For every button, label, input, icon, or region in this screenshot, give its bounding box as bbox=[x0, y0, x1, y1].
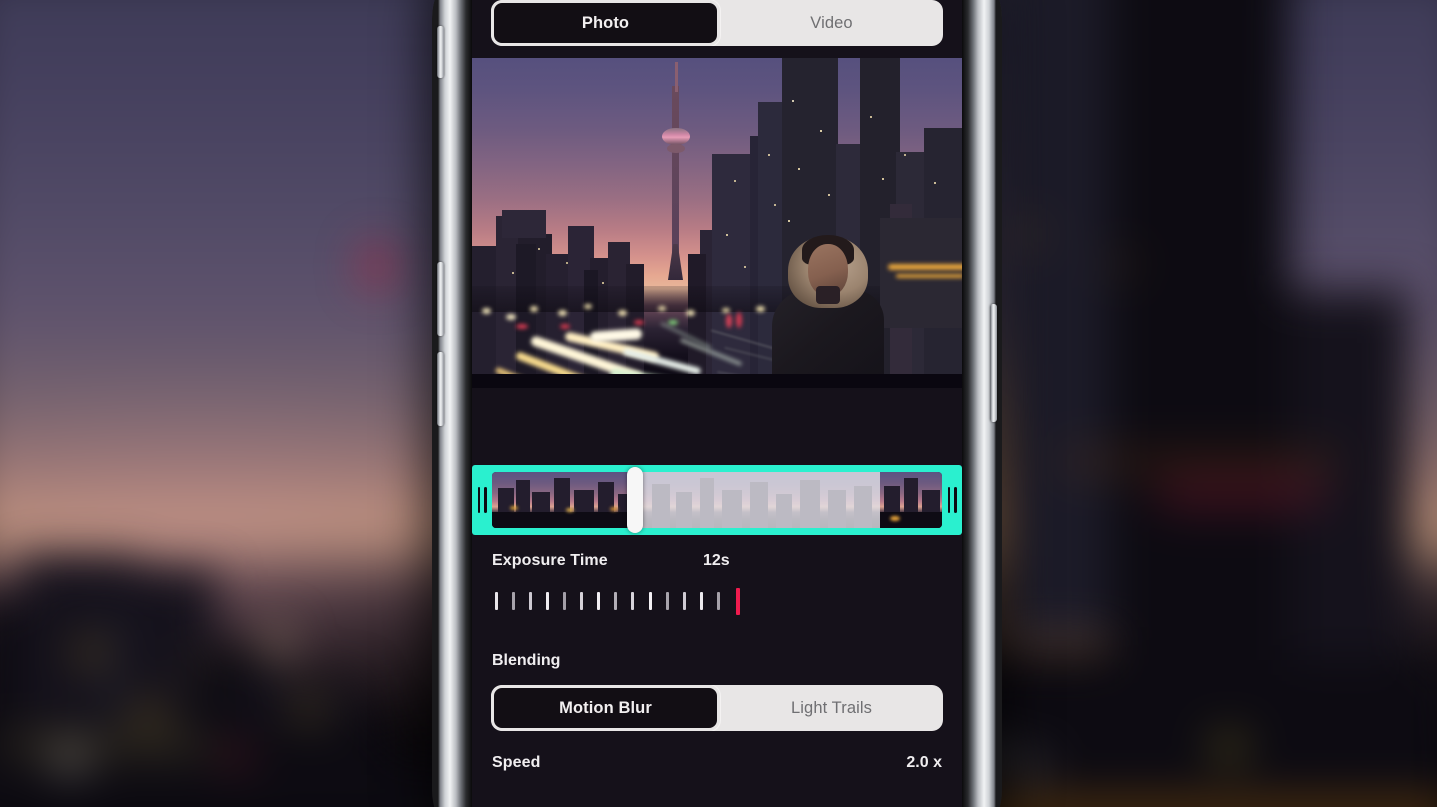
tab-video[interactable]: Video bbox=[720, 0, 943, 46]
exposure-time-value: 12s bbox=[703, 552, 730, 569]
app-content: Photo Video Exposure Time 12s Blending M… bbox=[472, 0, 962, 807]
cn-tower bbox=[672, 86, 679, 264]
mute-switch-button[interactable] bbox=[437, 26, 444, 78]
blending-label: Blending bbox=[492, 652, 561, 669]
blending-segmented-control[interactable]: Motion Blur Light Trails bbox=[491, 685, 943, 731]
phone-device: Photo Video Exposure Time 12s Blending M… bbox=[432, 0, 1002, 807]
blending-option-motion-blur[interactable]: Motion Blur bbox=[491, 685, 721, 731]
trim-handle-right[interactable] bbox=[942, 465, 962, 535]
speed-row: Speed 2.0 x bbox=[492, 754, 942, 772]
volume-down-button[interactable] bbox=[437, 352, 444, 426]
exposure-time-slider[interactable] bbox=[492, 588, 942, 615]
timeline-selection-overlay bbox=[642, 472, 880, 528]
photo-preview[interactable] bbox=[472, 58, 962, 388]
grip-line bbox=[477, 487, 480, 513]
exposure-slider-cursor[interactable] bbox=[736, 588, 740, 615]
power-button[interactable] bbox=[990, 304, 997, 422]
screenshot-root: Photo Video Exposure Time 12s Blending M… bbox=[0, 0, 1437, 807]
speed-value: 2.0 x bbox=[906, 754, 942, 771]
grip-line bbox=[484, 487, 487, 513]
tab-photo[interactable]: Photo bbox=[491, 0, 721, 46]
volume-up-button[interactable] bbox=[437, 262, 444, 336]
timeline-filmstrip[interactable] bbox=[492, 472, 942, 528]
playhead-scrubber[interactable] bbox=[627, 467, 643, 533]
mode-segmented-control[interactable]: Photo Video bbox=[491, 0, 943, 46]
exposure-time-row: Exposure Time 12s bbox=[492, 552, 942, 570]
blending-option-light-trails[interactable]: Light Trails bbox=[720, 685, 943, 731]
trim-handle-left[interactable] bbox=[472, 465, 492, 535]
grip-line bbox=[954, 487, 957, 513]
speed-label: Speed bbox=[492, 754, 541, 771]
grip-line bbox=[947, 487, 950, 513]
phone-screen: Photo Video Exposure Time 12s Blending M… bbox=[472, 0, 962, 807]
exposure-time-label: Exposure Time bbox=[492, 552, 608, 569]
clip-timeline[interactable] bbox=[472, 465, 962, 535]
